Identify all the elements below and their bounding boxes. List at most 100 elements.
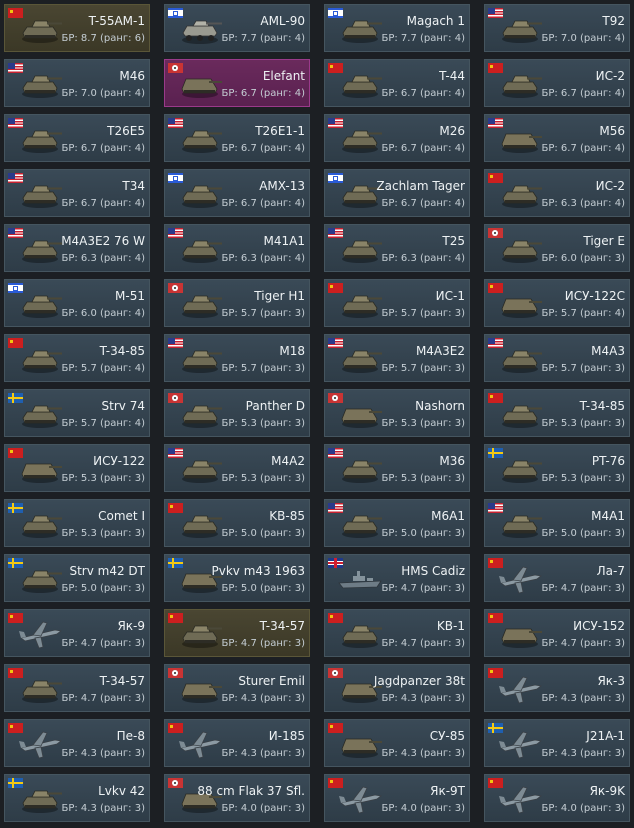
vehicle-name: J21A-1 [586,729,625,743]
vehicle-card[interactable]: СУ-85 БР: 4.3 (ранг: 3) [324,719,470,767]
vehicle-card[interactable]: M-51 БР: 6.0 (ранг: 4) [4,279,150,327]
vehicle-card[interactable]: Tiger E БР: 6.0 (ранг: 3) [484,224,630,272]
vehicle-card[interactable]: Elefant БР: 6.7 (ранг: 4) [164,59,310,107]
tank-icon [22,405,62,428]
vehicle-card[interactable]: Comet I БР: 5.3 (ранг: 3) [4,499,150,547]
battle-rating: БР: 6.7 (ранг: 4) [541,88,625,99]
tank-icon [342,240,382,263]
tank-icon [182,295,222,318]
battle-rating: БР: 7.0 (ранг: 4) [541,33,625,44]
vehicle-card[interactable]: Lvkv 42 БР: 4.3 (ранг: 3) [4,774,150,822]
vehicle-name: ИСУ-152 [573,619,625,633]
vehicle-name: M18 [279,344,305,358]
vehicle-card[interactable]: PT-76 БР: 5.3 (ранг: 3) [484,444,630,492]
vehicle-card[interactable]: Strv 74 БР: 5.7 (ранг: 4) [4,389,150,437]
vehicle-name: M6A1 [431,509,465,523]
battle-rating: БР: 5.0 (ранг: 3) [381,528,465,539]
vehicle-card[interactable]: Ла-7 БР: 4.7 (ранг: 3) [484,554,630,602]
vehicle-card[interactable]: Як-9 БР: 4.7 (ранг: 3) [4,609,150,657]
vehicle-name: Comet I [98,509,145,523]
tank-icon [502,405,542,428]
vehicle-card[interactable]: M46 БР: 7.0 (ранг: 4) [4,59,150,107]
vehicle-card[interactable]: T92 БР: 7.0 (ранг: 4) [484,4,630,52]
vehicle-card[interactable]: Magach 1 БР: 7.7 (ранг: 4) [324,4,470,52]
vehicle-card[interactable]: T26E5 БР: 6.7 (ранг: 4) [4,114,150,162]
tank-icon [342,460,382,483]
tank-icon [22,570,62,593]
vehicle-card[interactable]: ИС-2 БР: 6.3 (ранг: 4) [484,169,630,217]
vehicle-card[interactable]: M41A1 БР: 6.3 (ранг: 4) [164,224,310,272]
battle-rating: БР: 6.7 (ранг: 4) [221,143,305,154]
vehicle-card[interactable]: ИС-2 БР: 6.7 (ранг: 4) [484,59,630,107]
vehicle-card[interactable]: T25 БР: 6.3 (ранг: 4) [324,224,470,272]
vehicle-name: И-185 [268,729,305,743]
vehicle-name: СУ-85 [429,729,465,743]
vehicle-card[interactable]: M4A3 БР: 5.7 (ранг: 3) [484,334,630,382]
vehicle-card[interactable]: ИСУ-152 БР: 4.7 (ранг: 3) [484,609,630,657]
vehicle-card[interactable]: T-34-57 БР: 4.7 (ранг: 3) [4,664,150,712]
vehicle-card[interactable]: Як-9T БР: 4.0 (ранг: 3) [324,774,470,822]
vehicle-card[interactable]: T34 БР: 6.7 (ранг: 4) [4,169,150,217]
vehicle-card[interactable]: Jagdpanzer 38t БР: 4.3 (ранг: 3) [324,664,470,712]
vehicle-card[interactable]: M18 БР: 5.7 (ранг: 3) [164,334,310,382]
vehicle-card[interactable]: J21A-1 БР: 4.3 (ранг: 3) [484,719,630,767]
vehicle-card[interactable]: HMS Cadiz БР: 4.7 (ранг: 3) [324,554,470,602]
vehicle-name: Strv m42 DT [69,564,145,578]
vehicle-card[interactable]: M36 БР: 5.3 (ранг: 3) [324,444,470,492]
battle-rating: БР: 4.3 (ранг: 3) [221,748,305,759]
vehicle-card[interactable]: T-44 БР: 6.7 (ранг: 4) [324,59,470,107]
battle-rating: БР: 4.7 (ранг: 3) [541,583,625,594]
vehicle-card[interactable]: Як-9K БР: 4.0 (ранг: 3) [484,774,630,822]
tank-destroyer-icon [21,463,62,483]
vehicle-name: T34 [122,179,145,193]
vehicle-card[interactable]: M56 БР: 6.7 (ранг: 4) [484,114,630,162]
vehicle-name: PT-76 [591,454,625,468]
tank-icon [502,20,542,43]
vehicle-name: Nashorn [415,399,465,413]
vehicle-card[interactable]: M4A3E2 БР: 5.7 (ранг: 3) [324,334,470,382]
tank-icon [22,75,62,98]
vehicle-card[interactable]: ИС-1 БР: 5.7 (ранг: 3) [324,279,470,327]
battle-rating: БР: 7.7 (ранг: 4) [381,33,465,44]
vehicle-card[interactable]: Як-3 БР: 4.3 (ранг: 3) [484,664,630,712]
tank-icon [502,75,542,98]
vehicle-card[interactable]: M4A3E2 76 W БР: 6.3 (ранг: 4) [4,224,150,272]
vehicle-card[interactable]: Panther D БР: 5.3 (ранг: 3) [164,389,310,437]
vehicle-card[interactable]: 88 cm Flak 37 Sfl. БР: 4.0 (ранг: 3) [164,774,310,822]
vehicle-card[interactable]: KB-1 БР: 4.7 (ранг: 3) [324,609,470,657]
tank-icon [342,350,382,373]
vehicle-card[interactable]: Strv m42 DT БР: 5.0 (ранг: 3) [4,554,150,602]
vehicle-card[interactable]: Zachlam Tager БР: 6.7 (ранг: 4) [324,169,470,217]
vehicle-card[interactable]: ИСУ-122С БР: 5.7 (ранг: 4) [484,279,630,327]
battle-rating: БР: 5.7 (ранг: 4) [61,363,145,374]
vehicle-card[interactable]: AML-90 БР: 7.7 (ранг: 4) [164,4,310,52]
vehicle-card[interactable]: T-34-57 БР: 4.7 (ранг: 3) [164,609,310,657]
tank-destroyer-icon [341,408,382,428]
vehicle-name: Lvkv 42 [98,784,145,798]
tank-icon [22,790,62,813]
vehicle-card[interactable]: И-185 БР: 4.3 (ранг: 3) [164,719,310,767]
vehicle-card[interactable]: T-34-85 БР: 5.7 (ранг: 4) [4,334,150,382]
vehicle-card[interactable]: T26E1-1 БР: 6.7 (ранг: 4) [164,114,310,162]
vehicle-card[interactable]: KB-85 БР: 5.0 (ранг: 3) [164,499,310,547]
vehicle-card[interactable]: T-55AM-1 БР: 8.7 (ранг: 6) [4,4,150,52]
vehicle-card[interactable]: M26 БР: 6.7 (ранг: 4) [324,114,470,162]
vehicle-card[interactable]: M6A1 БР: 5.0 (ранг: 3) [324,499,470,547]
plane-icon [339,786,382,814]
tank-icon [502,350,542,373]
vehicle-card[interactable]: Nashorn БР: 5.3 (ранг: 3) [324,389,470,437]
vehicle-card[interactable]: ИСУ-122 БР: 5.3 (ранг: 3) [4,444,150,492]
vehicle-card[interactable]: AMX-13 БР: 6.7 (ранг: 4) [164,169,310,217]
battle-rating: БР: 5.7 (ранг: 3) [541,363,625,374]
battle-rating: БР: 8.7 (ранг: 6) [61,33,145,44]
vehicle-name: Jagdpanzer 38t [373,674,465,688]
vehicle-card[interactable]: Tiger H1 БР: 5.7 (ранг: 3) [164,279,310,327]
vehicle-card[interactable]: M4A2 БР: 5.3 (ранг: 3) [164,444,310,492]
vehicle-card[interactable]: Sturer Emil БР: 4.3 (ранг: 3) [164,664,310,712]
vehicle-card[interactable]: T-34-85 БР: 5.3 (ранг: 3) [484,389,630,437]
vehicle-name: Strv 74 [101,399,145,413]
vehicle-card[interactable]: Пе-8 БР: 4.3 (ранг: 3) [4,719,150,767]
battle-rating: БР: 4.3 (ранг: 3) [221,693,305,704]
vehicle-card[interactable]: M4A1 БР: 5.0 (ранг: 3) [484,499,630,547]
vehicle-card[interactable]: Pvkv m43 1963 БР: 5.0 (ранг: 3) [164,554,310,602]
